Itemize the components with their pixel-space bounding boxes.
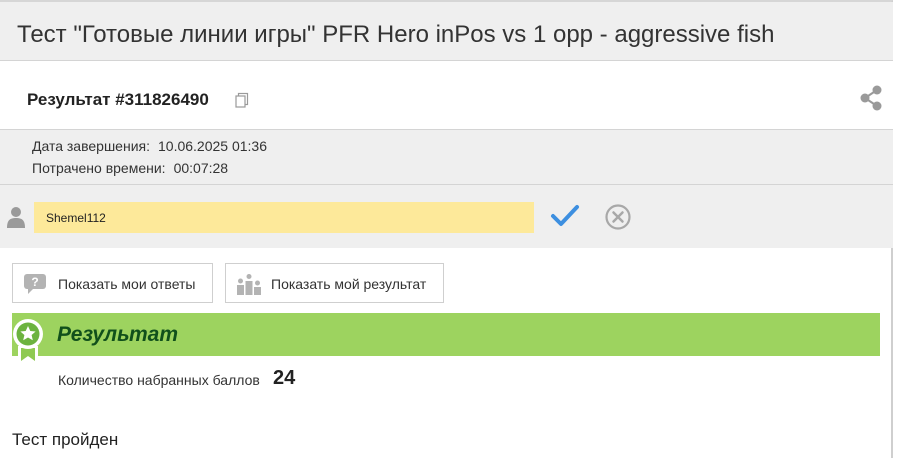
show-answers-label: Показать мои ответы (58, 276, 196, 292)
completion-date-row: Дата завершения: 10.06.2025 01:36 (32, 138, 267, 154)
show-result-label: Показать мой результат (271, 276, 427, 292)
cancel-circle-icon[interactable] (604, 203, 632, 231)
result-meta: Дата завершения: 10.06.2025 01:36 Потраче… (0, 130, 893, 185)
user-name-input[interactable] (34, 202, 534, 233)
test-status: Тест пройден (12, 430, 119, 449)
title-bar: Тест "Готовые линии игры" PFR Hero inPos… (0, 2, 893, 61)
award-ribbon-icon (13, 319, 43, 366)
result-header: Результат #311826490 (0, 61, 893, 130)
result-banner: Результат (12, 313, 880, 356)
share-icon[interactable] (858, 84, 884, 112)
time-spent-label: Потрачено времени: (32, 160, 166, 176)
time-spent-row: Потрачено времени: 00:07:28 (32, 160, 228, 176)
question-bubble-icon: ? (24, 274, 46, 294)
user-icon (7, 207, 25, 228)
score-value: 24 (273, 367, 296, 389)
completion-date-value: 10.06.2025 01:36 (158, 138, 267, 154)
completion-date-label: Дата завершения: (32, 138, 150, 154)
time-spent-value: 00:07:28 (173, 160, 229, 176)
show-result-button[interactable]: Показать мой результат (225, 263, 444, 303)
result-id: Результат #311826490 (27, 90, 209, 109)
podium-icon (237, 274, 261, 295)
show-answers-button[interactable]: ? Показать мои ответы (12, 263, 213, 303)
page-title: Тест "Готовые линии игры" PFR Hero inPos… (17, 21, 775, 48)
banner-title: Результат (57, 323, 179, 346)
score-label: Количество набранных баллов (58, 372, 260, 388)
copy-icon[interactable] (234, 92, 250, 108)
svg-text:?: ? (31, 275, 38, 289)
user-name-row (0, 185, 893, 248)
checkmark-icon[interactable] (550, 203, 580, 229)
